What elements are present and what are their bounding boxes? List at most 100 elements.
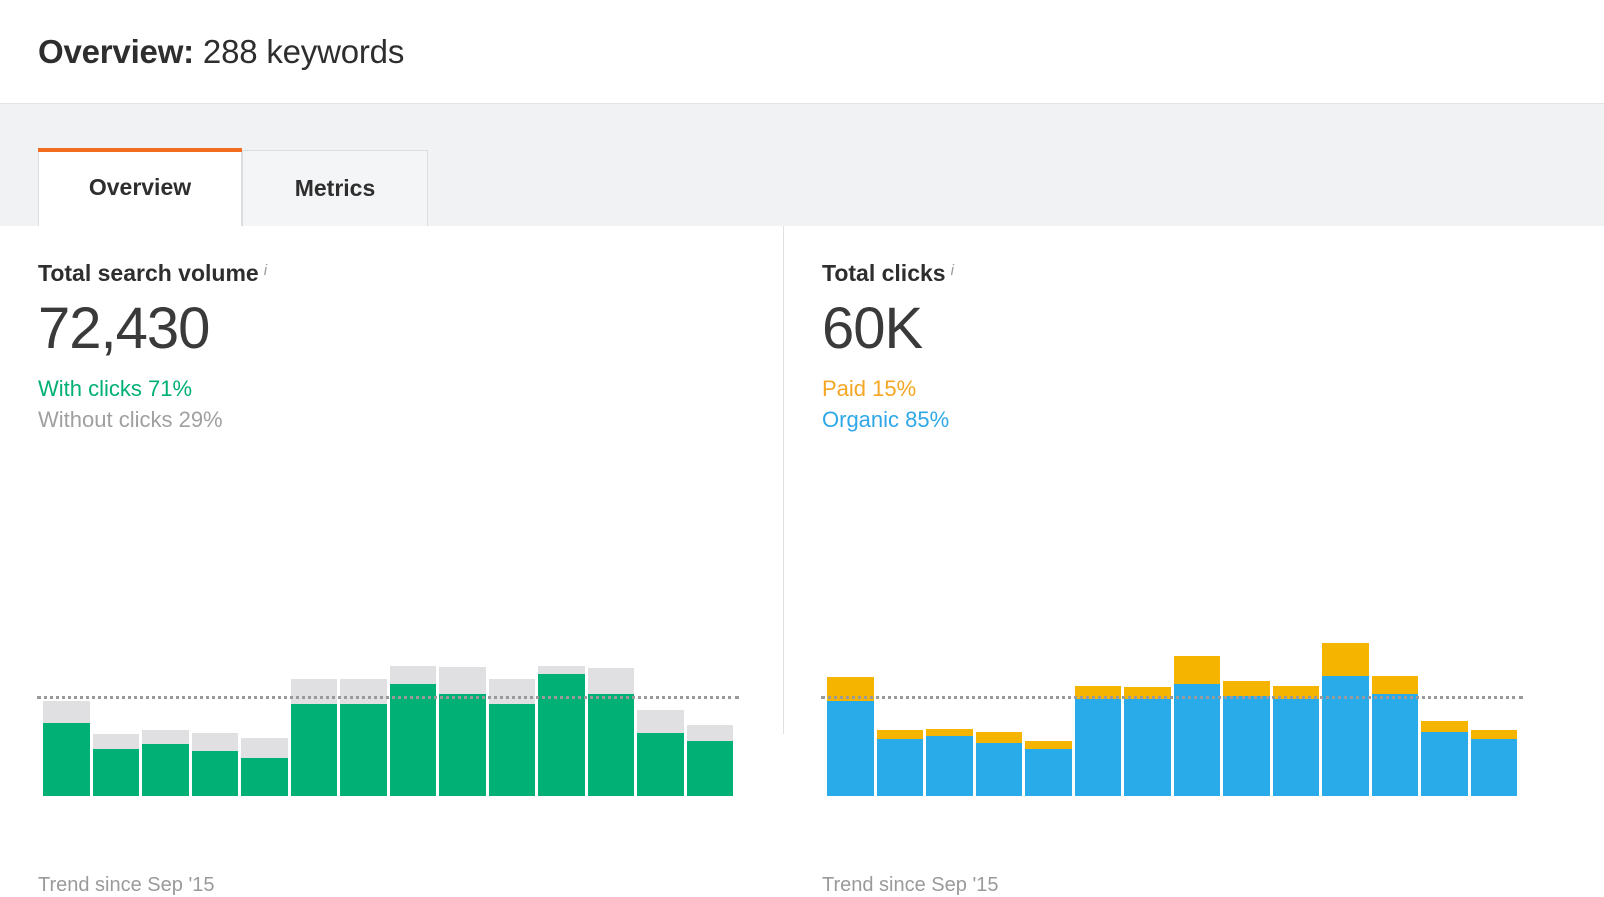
bar-column[interactable]: [926, 631, 973, 796]
trend-caption-clicks: Trend since Sep '15: [822, 874, 999, 896]
page-title-light: 288 keywords: [193, 32, 405, 70]
bar-column[interactable]: [1124, 631, 1171, 796]
bar-column[interactable]: [340, 631, 387, 796]
panel-total-clicks: Total clicks i 60K Paid 15% Organic 85% T…: [784, 226, 1568, 896]
bar-segment-without-clicks: [43, 701, 90, 723]
bar-column[interactable]: [389, 631, 436, 796]
bar-segment-organic: [1124, 699, 1171, 796]
panel-total-search-volume: Total search volume i 72,430 With clicks …: [0, 226, 784, 896]
bar-segment-paid: [1470, 730, 1517, 739]
bar-segment-without-clicks: [290, 679, 337, 704]
trend-caption-search-volume: Trend since Sep '15: [38, 874, 215, 896]
bar-segment-with-clicks: [538, 674, 585, 796]
page-header: Overview: 288 keywords: [0, 0, 1604, 104]
bar-segment-paid: [1025, 741, 1072, 749]
bar-column[interactable]: [43, 631, 90, 796]
bar-segment-organic: [926, 736, 973, 796]
bar-segment-organic: [827, 701, 874, 796]
bar-column[interactable]: [1173, 631, 1220, 796]
average-line-left: [37, 696, 739, 699]
bar-column[interactable]: [488, 631, 535, 796]
bar-segment-organic: [1371, 694, 1418, 796]
bar-segment-organic: [1421, 732, 1468, 796]
bar-segment-without-clicks: [389, 666, 436, 684]
bar-segment-organic: [1074, 699, 1121, 796]
panels-container: Total search volume i 72,430 With clicks …: [0, 226, 1604, 896]
info-icon[interactable]: i: [264, 262, 267, 279]
chart-bars-right: [827, 631, 1517, 796]
bar-column[interactable]: [290, 631, 337, 796]
bar-segment-organic: [1470, 739, 1517, 796]
bar-column[interactable]: [587, 631, 634, 796]
bar-segment-without-clicks: [241, 738, 288, 758]
bar-column[interactable]: [142, 631, 189, 796]
bar-segment-paid: [1421, 721, 1468, 732]
bar-column[interactable]: [1025, 631, 1072, 796]
bar-column[interactable]: [1223, 631, 1270, 796]
bar-segment-paid: [926, 729, 973, 736]
metric-label-search-volume: Total search volume: [38, 260, 259, 287]
bar-column[interactable]: [975, 631, 1022, 796]
legend-item-organic: Organic 85%: [822, 407, 950, 433]
legend-search-volume: With clicks 71% Without clicks 29%: [38, 373, 783, 435]
bar-column[interactable]: [241, 631, 288, 796]
average-line-right: [821, 696, 1523, 699]
bar-segment-with-clicks: [290, 704, 337, 796]
bar-segment-organic: [1223, 696, 1270, 796]
bar-column[interactable]: [827, 631, 874, 796]
bar-segment-paid: [1371, 676, 1418, 694]
bar-segment-with-clicks: [389, 684, 436, 796]
bar-segment-paid: [1173, 656, 1220, 684]
bar-column[interactable]: [1371, 631, 1418, 796]
bar-segment-without-clicks: [538, 666, 585, 674]
bar-segment-organic: [876, 739, 923, 796]
chart-total-clicks: [821, 631, 1523, 796]
bar-segment-organic: [1025, 749, 1072, 796]
info-icon[interactable]: i: [951, 262, 954, 279]
bar-segment-organic: [1272, 699, 1319, 796]
page-title: Overview: 288 keywords: [38, 33, 404, 71]
bar-segment-without-clicks: [587, 668, 634, 694]
bar-segment-paid: [1223, 681, 1270, 696]
bar-column[interactable]: [92, 631, 139, 796]
bar-column[interactable]: [439, 631, 486, 796]
legend-item-without-clicks: Without clicks 29%: [38, 407, 223, 433]
bar-segment-with-clicks: [92, 749, 139, 796]
metric-header-clicks: Total clicks i: [822, 262, 1568, 286]
tab-bar: Overview Metrics: [0, 104, 1604, 226]
metric-value-clicks: 60K: [822, 296, 923, 362]
tab-metrics[interactable]: Metrics: [242, 150, 428, 226]
bar-column[interactable]: [1074, 631, 1121, 796]
bar-column[interactable]: [191, 631, 238, 796]
bar-segment-with-clicks: [637, 733, 684, 796]
bar-column[interactable]: [1421, 631, 1468, 796]
bar-segment-without-clicks: [142, 730, 189, 744]
bar-segment-with-clicks: [241, 758, 288, 796]
bar-segment-organic: [975, 743, 1022, 796]
bar-column[interactable]: [1470, 631, 1517, 796]
tab-overview-label: Overview: [88, 173, 192, 200]
legend-item-with-clicks: With clicks 71%: [38, 375, 193, 401]
bar-segment-without-clicks: [686, 725, 733, 741]
bar-segment-without-clicks: [191, 733, 238, 751]
bar-segment-organic: [1173, 684, 1220, 796]
chart-bars-left: [43, 631, 733, 796]
bar-column[interactable]: [686, 631, 733, 796]
bar-segment-with-clicks: [191, 751, 238, 796]
page-title-strong: Overview:: [38, 32, 194, 70]
bar-segment-without-clicks: [340, 679, 387, 704]
bar-segment-paid: [876, 730, 923, 739]
bar-segment-without-clicks: [92, 734, 139, 749]
bar-column[interactable]: [1322, 631, 1369, 796]
bar-column[interactable]: [876, 631, 923, 796]
bar-column[interactable]: [538, 631, 585, 796]
legend-item-paid: Paid 15%: [822, 375, 917, 401]
bar-segment-paid: [1322, 643, 1369, 676]
bar-column[interactable]: [637, 631, 684, 796]
bar-column[interactable]: [1272, 631, 1319, 796]
metric-header-search-volume: Total search volume i: [38, 262, 783, 286]
legend-clicks: Paid 15% Organic 85%: [822, 373, 1568, 435]
tab-overview[interactable]: Overview: [38, 148, 242, 226]
bar-segment-without-clicks: [439, 667, 486, 694]
bar-segment-without-clicks: [488, 679, 535, 704]
